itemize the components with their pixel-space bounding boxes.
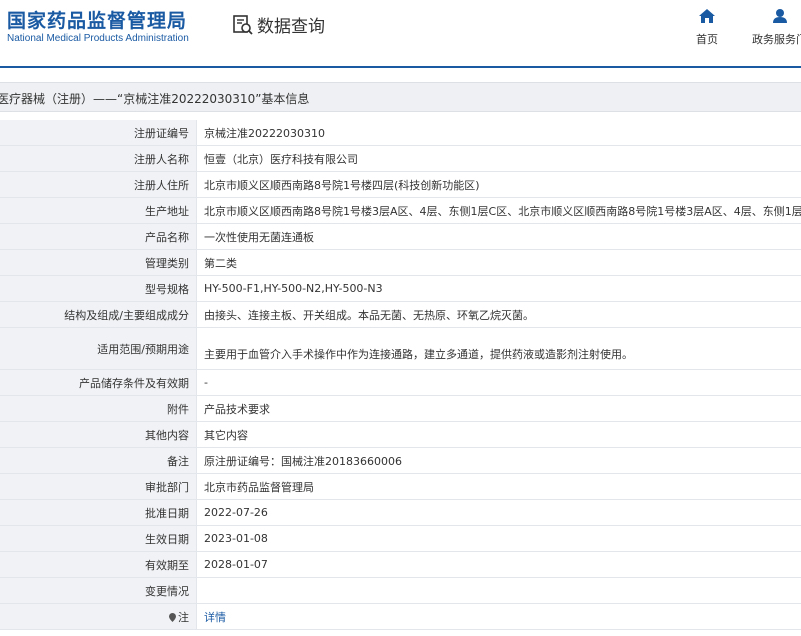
field-value: 京械注准20222030310: [204, 126, 325, 140]
table-row: 管理类别 第二类: [0, 250, 801, 276]
data-query-label: 数据查询: [257, 17, 325, 37]
field-label: 产品储存条件及有效期: [0, 370, 197, 395]
field-value: 北京市顺义区顺西南路8号院1号楼四层(科技创新功能区): [204, 178, 480, 192]
field-value: -: [204, 376, 208, 389]
field-value: 主要用于血管介入手术操作中作为连接通路，建立多通道，提供药液或造影剂注射使用。: [204, 348, 633, 361]
nav-home[interactable]: 首页: [696, 8, 718, 47]
header-divider: [0, 66, 801, 68]
record-title: 医疗器械（注册）——“京械注准20222030310”基本信息: [0, 92, 310, 106]
field-label: 结构及组成/主要组成成分: [0, 302, 197, 327]
field-label: 注册人住所: [0, 172, 197, 197]
field-value: 产品技术要求: [204, 402, 270, 416]
field-value: 原注册证编号：国械注准20183660006: [204, 454, 402, 468]
field-label: 适用范围/预期用途: [0, 328, 197, 369]
site-logo-cn[interactable]: 国家药品监督管理局: [7, 6, 187, 33]
field-value: 北京市药品监督管理局: [204, 480, 314, 494]
field-value: 其它内容: [204, 428, 248, 442]
data-query-heading: 数据查询: [232, 12, 325, 37]
field-label: 产品名称: [0, 224, 197, 249]
table-row: 有效期至 2028-01-07: [0, 552, 801, 578]
field-value: 北京市顺义区顺西南路8号院1号楼3层A区、4层、东侧1层C区、北京市顺义区顺西南…: [204, 204, 801, 218]
note-label: 注: [178, 610, 189, 624]
field-value: 恒壹（北京）医疗科技有限公司: [204, 152, 358, 166]
field-label: 生产地址: [0, 198, 197, 223]
field-label: 型号规格: [0, 276, 197, 301]
table-row: 变更情况: [0, 578, 801, 604]
table-row: 注册证编号 京械注准20222030310: [0, 120, 801, 146]
field-label: 审批部门: [0, 474, 197, 499]
field-label: 备注: [0, 448, 197, 473]
table-row: 结构及组成/主要组成成分 由接头、连接主板、开关组成。本品无菌、无热原、环氧乙烷灭…: [0, 302, 801, 328]
field-label: 其他内容: [0, 422, 197, 447]
nav-gov-label: 政务服务门: [752, 33, 801, 46]
details-link[interactable]: 详情: [197, 604, 801, 629]
field-label: 注册证编号: [0, 120, 197, 145]
table-row: 其他内容 其它内容: [0, 422, 801, 448]
field-label: 变更情况: [0, 578, 197, 603]
field-label: 管理类别: [0, 250, 197, 275]
nav-home-label: 首页: [696, 33, 718, 46]
field-value: 第二类: [204, 256, 237, 270]
table-row: 适用范围/预期用途 主要用于血管介入手术操作中作为连接通路，建立多通道，提供药液或…: [0, 328, 801, 370]
field-label: 注册人名称: [0, 146, 197, 171]
table-row: 生效日期 2023-01-08: [0, 526, 801, 552]
home-icon: [699, 8, 715, 27]
table-row: 备注 原注册证编号：国械注准20183660006: [0, 448, 801, 474]
field-label-note: 注: [0, 604, 197, 629]
record-titlebar: 医疗器械（注册）——“京械注准20222030310”基本信息: [0, 82, 801, 112]
field-value: 一次性使用无菌连通板: [204, 230, 314, 244]
nav-gov-services[interactable]: 政务服务门: [752, 8, 801, 47]
field-value: 由接头、连接主板、开关组成。本品无菌、无热原、环氧乙烷灭菌。: [204, 308, 534, 322]
site-header: 国家药品监督管理局 National Medical Products Admi…: [0, 0, 801, 66]
field-label: 有效期至: [0, 552, 197, 577]
field-value: HY-500-F1,HY-500-N2,HY-500-N3: [204, 282, 383, 295]
field-value: 2022-07-26: [204, 506, 268, 519]
table-row: 批准日期 2022-07-26: [0, 500, 801, 526]
table-row: 注册人名称 恒壹（北京）医疗科技有限公司: [0, 146, 801, 172]
info-table: 注册证编号 京械注准20222030310 注册人名称 恒壹（北京）医疗科技有限公司…: [0, 120, 801, 630]
data-query-icon: [232, 14, 254, 36]
user-icon: [772, 8, 788, 27]
table-row: 注册人住所 北京市顺义区顺西南路8号院1号楼四层(科技创新功能区): [0, 172, 801, 198]
field-label: 生效日期: [0, 526, 197, 551]
field-label: 附件: [0, 396, 197, 421]
table-row: 产品名称 一次性使用无菌连通板: [0, 224, 801, 250]
field-value: 2023-01-08: [204, 532, 268, 545]
table-row: 生产地址 北京市顺义区顺西南路8号院1号楼3层A区、4层、东侧1层C区、北京市顺义…: [0, 198, 801, 224]
table-row: 型号规格 HY-500-F1,HY-500-N2,HY-500-N3: [0, 276, 801, 302]
table-row: 注 详情: [0, 604, 801, 630]
table-row: 审批部门 北京市药品监督管理局: [0, 474, 801, 500]
field-value: [197, 578, 801, 603]
table-row: 产品储存条件及有效期 -: [0, 370, 801, 396]
field-label: 批准日期: [0, 500, 197, 525]
location-pin-icon: [169, 612, 176, 622]
table-row: 附件 产品技术要求: [0, 396, 801, 422]
site-logo-en[interactable]: National Medical Products Administration: [7, 33, 189, 44]
field-value: 2028-01-07: [204, 558, 268, 571]
